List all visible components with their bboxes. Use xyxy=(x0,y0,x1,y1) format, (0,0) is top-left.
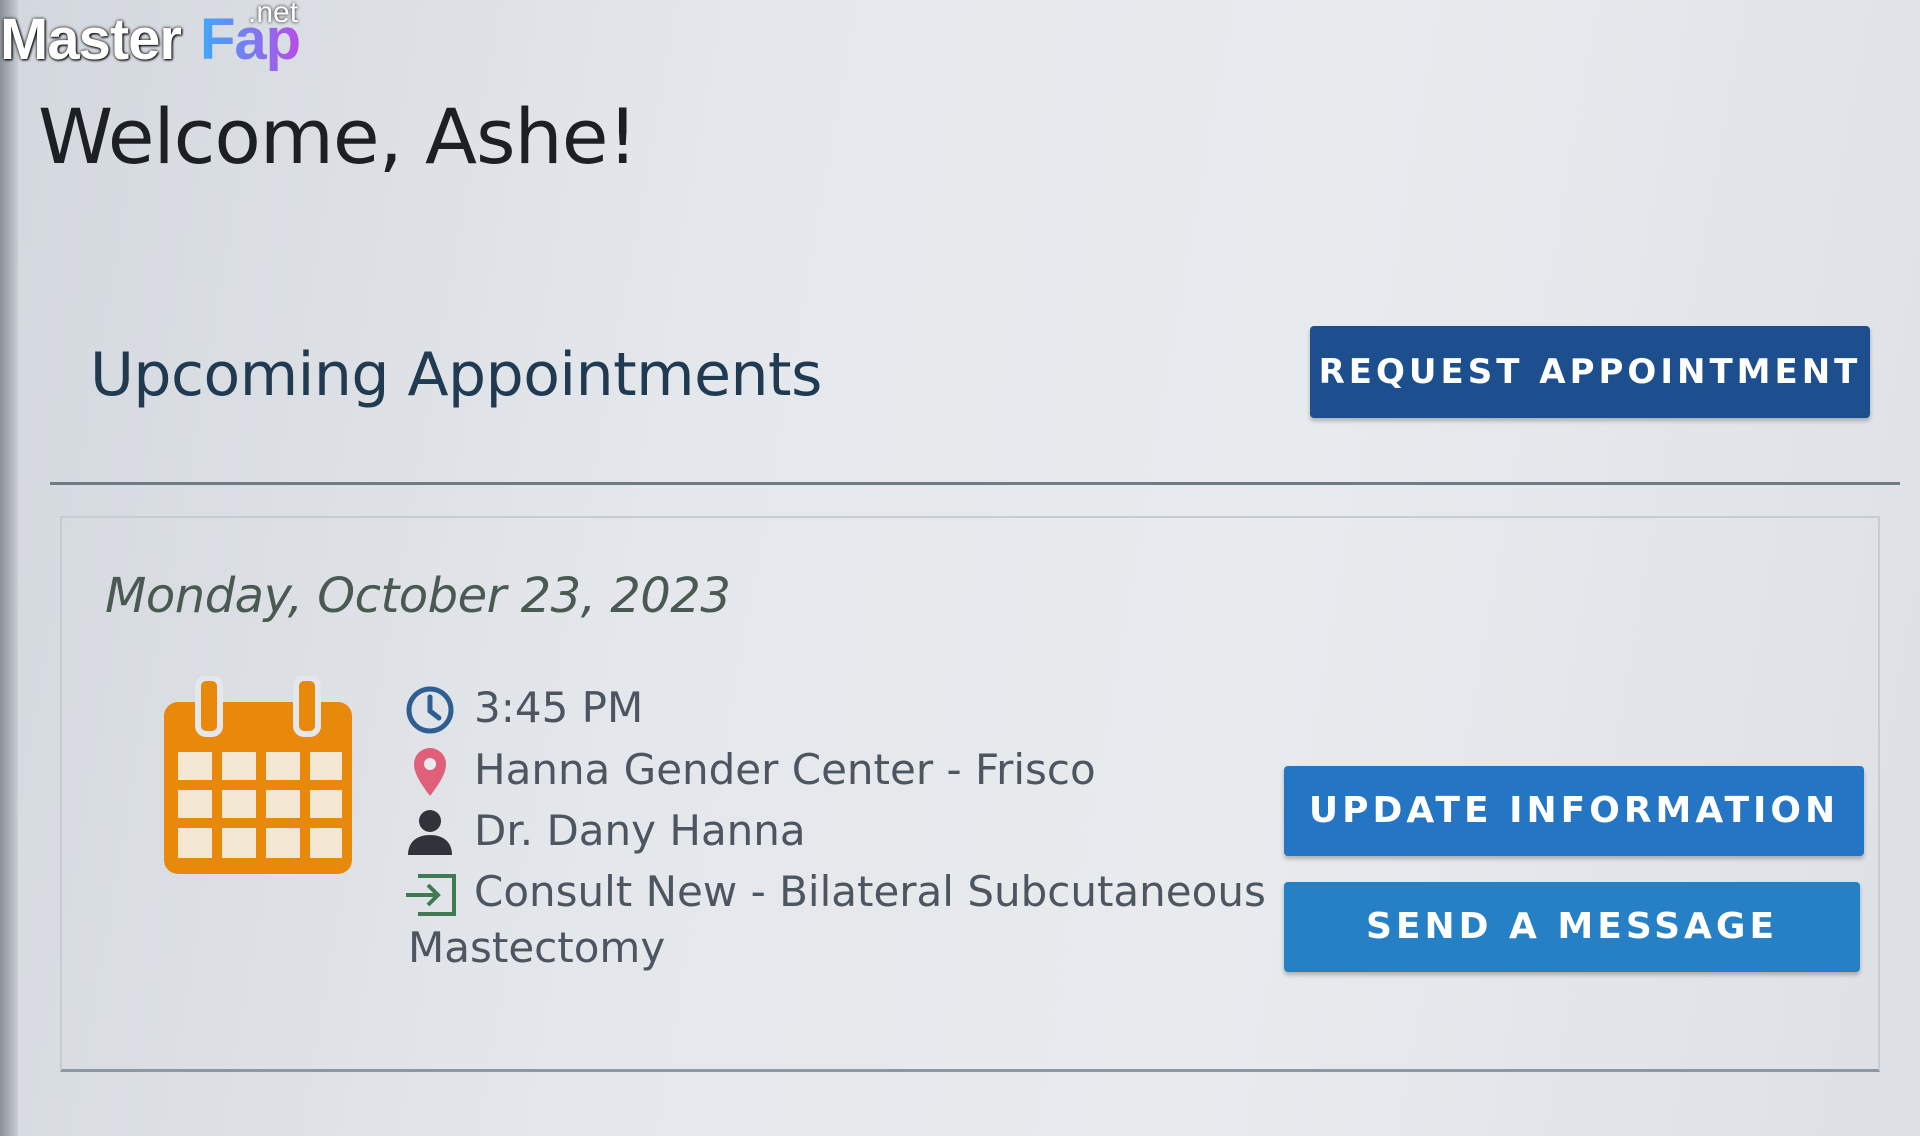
request-appointment-button[interactable]: REQUEST APPOINTMENT xyxy=(1310,326,1870,418)
clock-icon xyxy=(406,686,454,734)
watermark-text-net: .net xyxy=(248,0,299,29)
update-information-button[interactable]: UPDATE INFORMATION xyxy=(1284,766,1864,856)
person-icon xyxy=(408,810,452,855)
upcoming-appointments-title: Upcoming Appointments xyxy=(90,340,822,410)
send-message-button[interactable]: SEND A MESSAGE xyxy=(1284,882,1860,972)
appointment-time: 3:45 PM xyxy=(474,683,644,732)
location-pin-icon xyxy=(414,748,446,796)
appointment-type-continued: Mastectomy xyxy=(408,923,666,972)
sign-in-icon xyxy=(406,874,456,916)
watermark-text-master: Master xyxy=(0,7,182,72)
appointment-location: Hanna Gender Center - Frisco xyxy=(474,745,1096,794)
welcome-heading: Welcome, Ashe! xyxy=(38,92,638,181)
calendar-icon xyxy=(164,676,352,874)
watermark-logo: Master Fap .net xyxy=(0,0,310,78)
appointment-date: Monday, October 23, 2023 xyxy=(105,568,731,624)
appointment-type: Consult New - Bilateral Subcutaneous xyxy=(474,867,1266,916)
monitor-bezel xyxy=(0,0,18,1136)
appointment-provider: Dr. Dany Hanna xyxy=(474,806,806,855)
